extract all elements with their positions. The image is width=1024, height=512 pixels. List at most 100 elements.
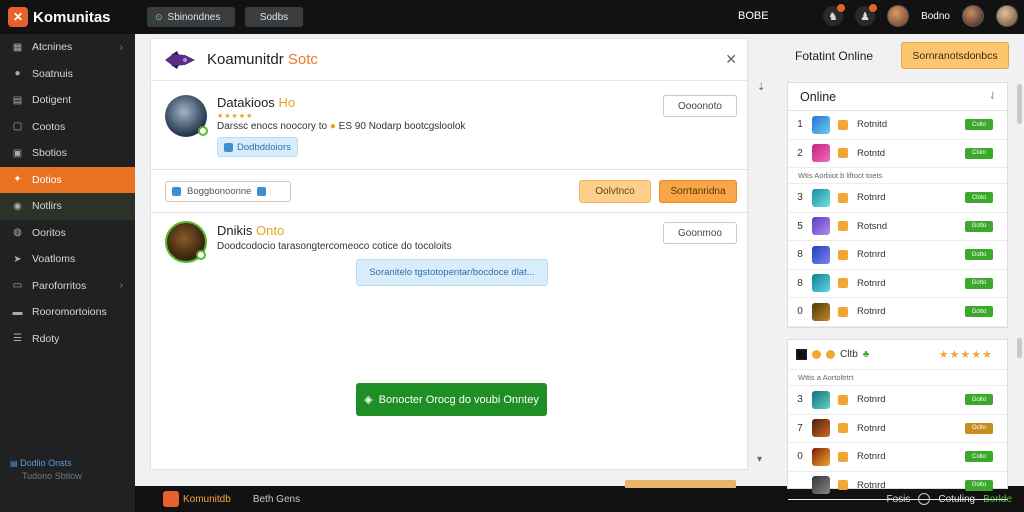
sidebar-item-3[interactable]: ▢ Cootos xyxy=(0,114,135,141)
row-name: Rotnrd xyxy=(857,249,886,261)
friend-avatar[interactable] xyxy=(962,5,984,27)
scroll-down-icon[interactable]: ▾ xyxy=(757,454,762,465)
sidebar-item-0[interactable]: ▦ Atcnines › xyxy=(0,34,135,61)
status-tab xyxy=(625,480,736,488)
game-thumbnail xyxy=(812,419,830,438)
circle-icon: ● xyxy=(14,68,21,80)
gold-button[interactable]: Sornranotsdonbcs xyxy=(901,42,1009,69)
sidebar-item-8[interactable]: ➤ Voatloms xyxy=(0,246,135,273)
emoji-icon xyxy=(812,350,821,359)
game-thumbnail xyxy=(812,274,830,293)
online-row[interactable]: 2 Rotntd Cloin xyxy=(788,140,1007,168)
sidebar-item-2[interactable]: ▤ Dotigent xyxy=(0,87,135,114)
toolbar-button-a[interactable]: Oolvtnco xyxy=(579,180,651,203)
messages-icon[interactable]: ♟ xyxy=(855,4,878,26)
leaf-icon: ⊙ xyxy=(155,11,163,22)
post-author-name: Datakioos xyxy=(217,95,275,110)
post-text-a: Darssc enocs noocory to xyxy=(217,121,328,132)
status-brand[interactable]: Komunitdb xyxy=(183,494,231,505)
scrollbar-thumb[interactable] xyxy=(1017,338,1022,358)
panel-header: Koamunitdr Sotc ✕ xyxy=(151,39,747,81)
online-row[interactable]: 8 Rotnrd Gotto xyxy=(788,270,1007,298)
game-thumbnail xyxy=(812,245,830,264)
toolbar-button-b[interactable]: Sorrtanridna xyxy=(659,180,737,203)
status-badge[interactable]: Gotto xyxy=(965,220,993,232)
post-author[interactable]: Datakioos Ho xyxy=(217,95,295,110)
post-chip[interactable]: Dodbddoiors xyxy=(217,137,298,157)
notification-icon[interactable]: ♞ xyxy=(823,4,846,26)
online-row[interactable]: 8 Rotnrd Gotto xyxy=(788,241,1007,270)
group-subline: Wttis a Aortoltrtrt xyxy=(788,370,1007,386)
sidebar-item-7[interactable]: ◍ Ooritos xyxy=(0,220,135,247)
sidebar-item-6[interactable]: ◉ Notlirs xyxy=(0,193,135,220)
online-row[interactable]: 0 Rotnrd Gotto xyxy=(788,298,1007,327)
post-card: Dnikis Onto Doodcodocio tarasongtercomeo… xyxy=(151,215,749,305)
sidebar-item-5[interactable]: ✦ Dotios xyxy=(0,166,135,193)
top-tab-1[interactable]: ⊙ Sbinondnes xyxy=(147,7,235,27)
emoji-icon xyxy=(838,192,848,203)
post-avatar[interactable] xyxy=(165,221,207,263)
online-row[interactable]: Rotnrd Golto xyxy=(788,472,1007,500)
online-row[interactable]: 3 Rotnrd Golto xyxy=(788,386,1007,415)
user-avatar[interactable] xyxy=(887,5,910,27)
sidebar-item-9[interactable]: ▭ Paroforritos › xyxy=(0,273,135,300)
status-badge[interactable]: Colto xyxy=(965,451,993,463)
status-badge[interactable]: Ctoto xyxy=(965,192,993,204)
row-rank: 2 xyxy=(797,147,803,159)
status-badge[interactable]: Cloin xyxy=(965,147,993,159)
row-name: Rotnrd xyxy=(857,451,886,463)
status-badge[interactable]: Gotto xyxy=(965,306,993,318)
sidebar-item-1[interactable]: ● Soatnuis xyxy=(0,61,135,88)
sidebar-item-11[interactable]: ☰ Rdoty xyxy=(0,326,135,353)
filter-icon[interactable]: ⇃ xyxy=(989,91,997,102)
comment-button[interactable]: Goonmoo xyxy=(663,222,737,244)
status-badge[interactable]: Gotto xyxy=(965,249,993,261)
comment-button[interactable]: Oooonoto xyxy=(663,95,737,117)
top-tab-2[interactable]: Sodbs xyxy=(245,7,303,27)
scroll-up-icon[interactable]: ⇣ xyxy=(757,82,765,93)
post-author-name: Dnikis xyxy=(217,223,253,238)
sidebar-footer-link[interactable]: ▤ Dodlio Onsts xyxy=(10,458,82,468)
status-badge[interactable]: Oclto xyxy=(965,422,993,434)
online-row[interactable]: 3 Rotnrd Ctoto xyxy=(788,184,1007,213)
profile-avatar[interactable] xyxy=(996,5,1018,27)
online-row[interactable]: 7 Rotnrd Oclto xyxy=(788,415,1007,443)
row-rank: 8 xyxy=(797,249,803,261)
post-avatar[interactable] xyxy=(165,95,208,137)
brand-logo-icon: ✕ xyxy=(8,7,28,27)
square-icon xyxy=(257,187,267,196)
emoji-icon xyxy=(838,423,848,434)
close-icon[interactable]: ✕ xyxy=(725,51,737,68)
send-icon: ➤ xyxy=(13,253,22,265)
sidebar-item-10[interactable]: ▬ Rooromortoions xyxy=(0,299,135,326)
sidebar-item-4[interactable]: ▣ Sbotios xyxy=(0,140,135,167)
row-rank: 1 xyxy=(797,119,803,131)
sidebar-item-label: Cootos xyxy=(32,120,66,133)
user-name[interactable]: Bodno xyxy=(921,11,950,22)
status-badge[interactable]: Colto xyxy=(965,119,993,131)
tag-input[interactable]: Boggbonoonne xyxy=(165,181,291,202)
post-author[interactable]: Dnikis Onto xyxy=(217,223,284,238)
brand[interactable]: ✕ Komunitas xyxy=(0,7,135,27)
status-badge[interactable]: Gotto xyxy=(965,277,993,289)
online-row[interactable]: 1 Rotnitd Colto xyxy=(788,111,1007,140)
doc-icon: ▤ xyxy=(10,459,18,468)
online-row[interactable]: 0 Rotnrd Colto xyxy=(788,443,1007,472)
status-label[interactable]: Beth Gens xyxy=(253,494,300,505)
scrollbar-thumb[interactable] xyxy=(1017,84,1022,124)
cta-button[interactable]: ◈ Bonocter Orocg do voubi Onntey xyxy=(356,383,547,416)
row-rank: 8 xyxy=(797,277,803,289)
post-text-b: ES 90 Nodarp bootcgsloolok xyxy=(338,121,466,132)
rating-stars: ★★★★★ xyxy=(217,113,254,120)
sidebar-item-label: Rooromortoions xyxy=(32,306,107,319)
list-icon: ☰ xyxy=(13,333,22,345)
status-badge[interactable]: Golto xyxy=(965,394,993,406)
post-link-chip[interactable]: Soranitelo tgstotopentar/bocdoce dlat... xyxy=(356,259,548,286)
emoji-icon xyxy=(838,451,848,462)
online-row[interactable]: 5 Rotsnd Gotto xyxy=(788,213,1007,241)
online-indicator xyxy=(198,126,208,136)
group-label: Cltb xyxy=(840,349,858,360)
group-panel: Cltb ♣ ★★★★★ Wttis a Aortoltrtrt 3 Rotnrd… xyxy=(787,339,1008,500)
game-icon: ◈ xyxy=(364,394,373,406)
status-badge[interactable]: Golto xyxy=(965,479,993,491)
